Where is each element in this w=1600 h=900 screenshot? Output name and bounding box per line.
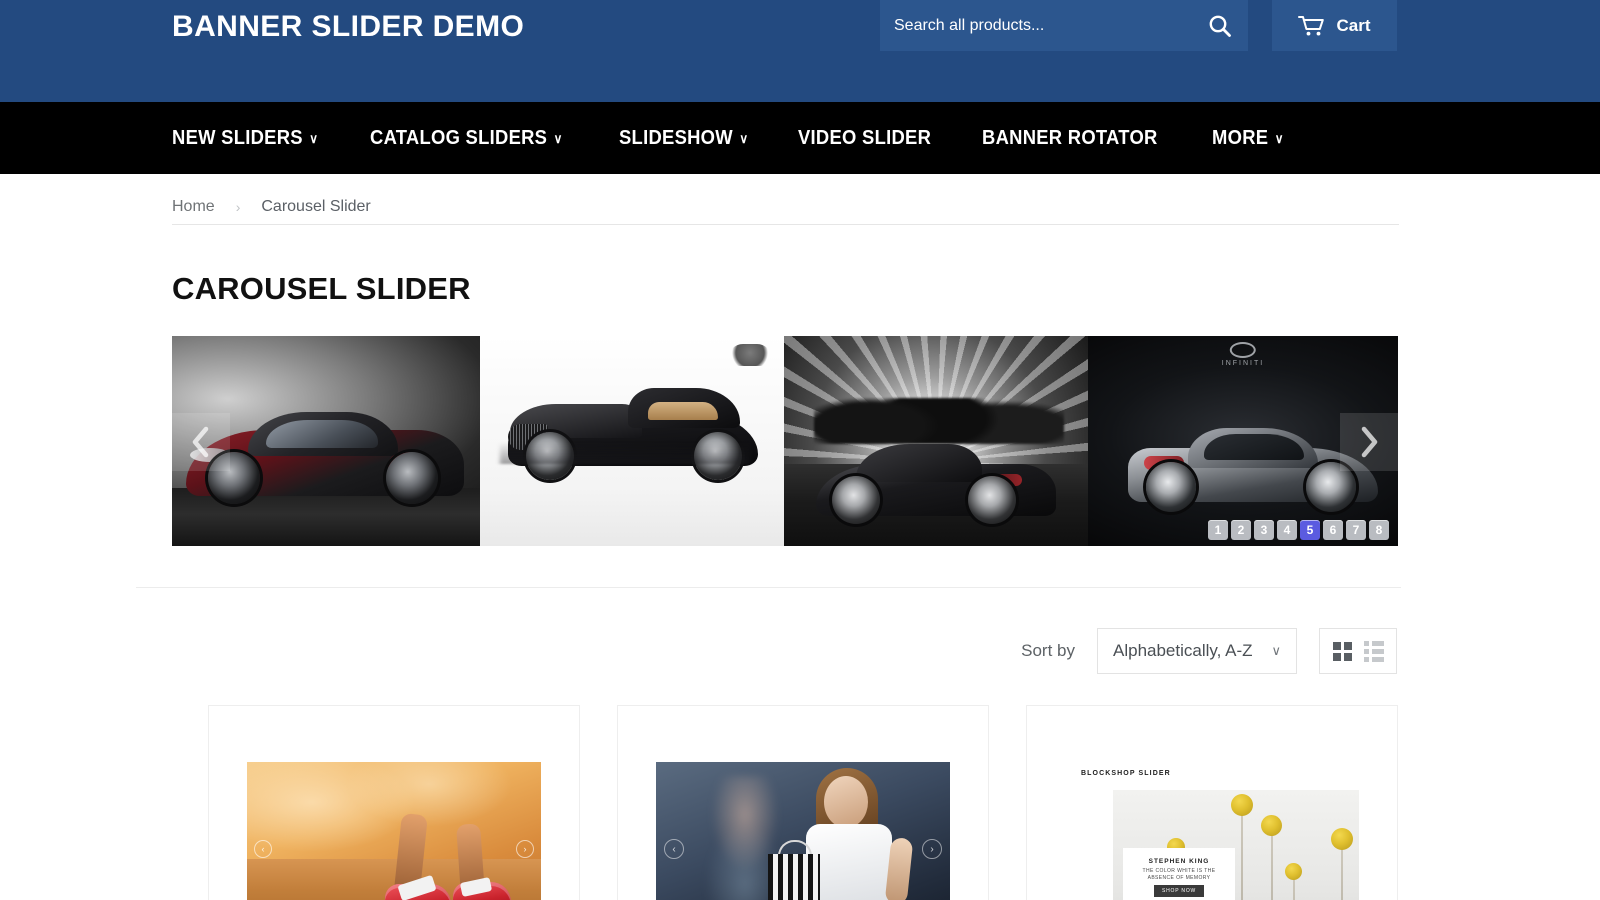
slide-prev-icon[interactable]: ‹ [664,839,684,859]
grid-view-icon [1332,641,1352,661]
carousel-page-7[interactable]: 7 [1346,520,1366,540]
carousel-slide[interactable] [784,336,1088,546]
search-button[interactable] [1192,0,1248,51]
product-thumbnail: BLOCKSHOP SLIDER STEPHEN KING THE COLOR … [1065,762,1359,900]
carousel-page-6[interactable]: 6 [1323,520,1343,540]
main-navigation: NEW SLIDERS ∨ CATALOG SLIDERS ∨ SLIDESHO… [0,102,1600,174]
chevron-down-icon: ∨ [1274,130,1284,146]
nav-label: NEW SLIDERS [172,126,303,149]
search-input[interactable] [880,0,1192,51]
product-card-new-look-bags[interactable]: ‹ › New Look bags deal and their brands … [617,705,989,900]
sort-select[interactable]: Alphabetically, A-Z ∨ [1097,628,1297,674]
breadcrumb-separator-icon: › [235,199,241,215]
slide-brand-title: BLOCKSHOP SLIDER [1081,770,1171,777]
slide-author: STEPHEN KING [1148,857,1210,865]
slide-next-icon[interactable]: › [922,839,942,859]
carousel-page-3[interactable]: 3 [1254,520,1274,540]
nav-label: SLIDESHOW [618,126,733,149]
chevron-down-icon: ∨ [738,130,748,146]
nav-label: BANNER ROTATOR [981,126,1158,149]
section-divider [136,587,1401,588]
view-toggle [1319,628,1397,674]
carousel-next-button[interactable] [1340,413,1398,471]
sort-selected-value: Alphabetically, A-Z [1113,641,1253,660]
list-view-icon [1363,640,1384,662]
slide-next-icon[interactable]: › [516,840,534,858]
chevron-down-icon: ∨ [553,130,563,146]
nav-label: CATALOG SLIDERS [370,126,548,149]
product-card-blockshop-slider[interactable]: BLOCKSHOP SLIDER STEPHEN KING THE COLOR … [1026,705,1398,900]
slide-prev-icon[interactable]: ‹ [254,840,272,858]
breadcrumb: Home › Carousel Slider [0,174,1600,224]
collection-toolbar: Sort by Alphabetically, A-Z ∨ [0,628,1600,674]
carousel-slide[interactable] [480,336,784,546]
carousel-prev-button[interactable] [172,413,230,471]
product-card-running-shoes[interactable]: ‹ › [208,705,580,900]
shop-now-button[interactable]: SHOP NOW [1153,884,1205,897]
cart-label: Cart [1336,15,1371,35]
carousel-pagination[interactable]: 1 2 3 4 5 6 7 8 [1208,520,1389,540]
cart-icon [1298,15,1325,35]
product-thumbnail: ‹ › New Look bags deal and their brands … [656,762,950,900]
cart-button[interactable]: Cart [1272,0,1397,51]
search-bar[interactable] [880,0,1248,51]
infiniti-logo-icon: INFINITI [1222,342,1264,367]
carousel-page-2[interactable]: 2 [1231,520,1251,540]
search-icon [1209,15,1231,37]
breadcrumb-home-link[interactable]: Home [172,198,215,216]
chevron-right-icon [1361,426,1378,458]
site-header: BANNER SLIDER DEMO Cart [0,0,1600,102]
carousel-page-4[interactable]: 4 [1277,520,1297,540]
carousel-page-1[interactable]: 1 [1208,520,1228,540]
nav-item-catalog-sliders[interactable]: CATALOG SLIDERS ∨ [370,127,563,150]
nav-item-video-slider[interactable]: VIDEO SLIDER [798,127,931,150]
chevron-down-icon: ∨ [1271,643,1281,658]
page-title-brand: BANNER SLIDER DEMO [172,10,525,43]
page-title: CAROUSEL SLIDER [172,271,471,306]
product-grid: ‹ › ‹ › New Look bags deal and their bra… [208,705,1600,900]
nav-item-more[interactable]: MORE ∨ [1212,127,1284,150]
slide-quote: THE COLOR WHITE IS THE ABSENCE OF MEMORY [1142,867,1216,881]
nav-label: VIDEO SLIDER [798,126,932,149]
product-thumbnail: ‹ › [247,762,541,900]
grid-view-button[interactable] [1332,641,1352,661]
nav-item-banner-rotator[interactable]: BANNER ROTATOR [982,127,1158,150]
list-view-button[interactable] [1363,640,1384,662]
breadcrumb-current: Carousel Slider [261,198,371,215]
sort-by-label: Sort by [1021,641,1075,660]
nav-label: MORE [1211,126,1269,149]
nav-item-slideshow[interactable]: SLIDESHOW ∨ [619,127,748,150]
carousel-page-8[interactable]: 8 [1369,520,1389,540]
breadcrumb-divider [172,224,1399,225]
chevron-down-icon: ∨ [309,130,319,146]
nav-item-new-sliders[interactable]: NEW SLIDERS ∨ [172,127,318,150]
chevron-left-icon [192,426,209,458]
carousel-page-5[interactable]: 5 [1300,520,1320,540]
carousel-slider[interactable]: INFINITI 1 2 3 4 5 6 7 8 [172,336,1398,546]
